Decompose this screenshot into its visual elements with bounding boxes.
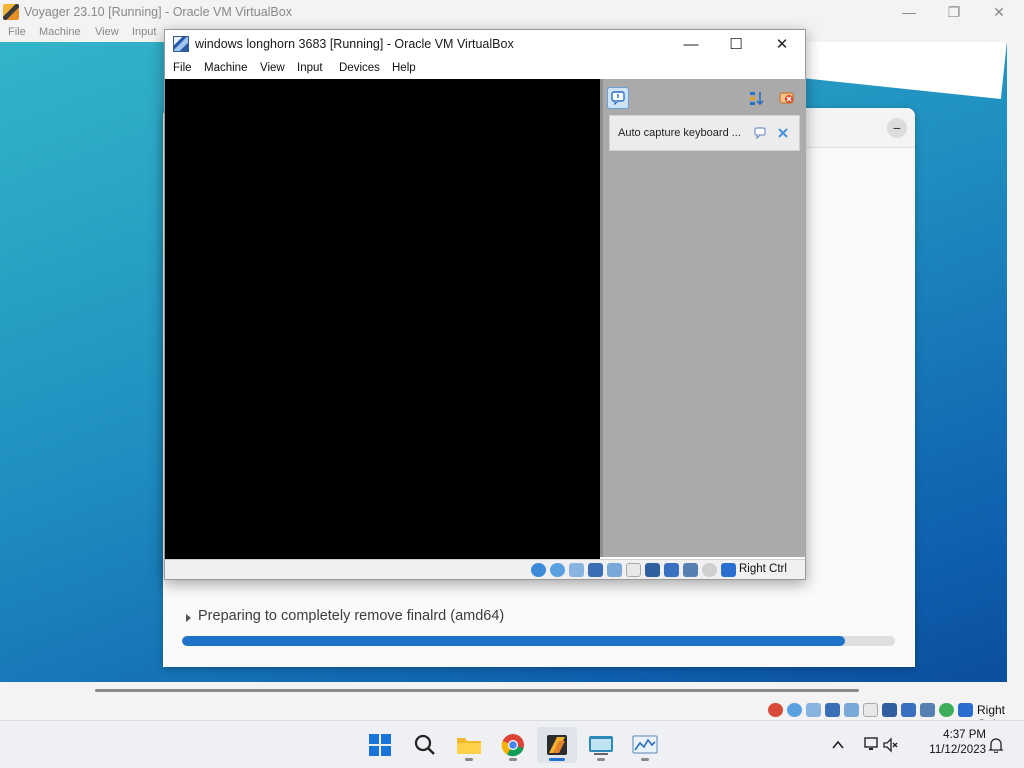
outer-display-icon[interactable] [882, 703, 897, 717]
start-icon [369, 734, 391, 756]
app-running-indicator [597, 758, 605, 761]
bell-icon [988, 738, 1004, 753]
inner-vm-window: windows longhorn 3683 [Running] - Oracle… [164, 29, 806, 580]
volume-muted-icon [883, 737, 898, 753]
installer-status-text: Preparing to completely remove finalrd (… [198, 608, 505, 624]
system-clock[interactable]: 4:37 PM 11/12/2023 [912, 728, 986, 758]
inner-menu-view[interactable]: View [260, 62, 285, 74]
mouse-integration-icon[interactable] [702, 563, 717, 577]
shared-folders-icon[interactable] [626, 563, 641, 577]
expand-caret-icon[interactable] [186, 613, 191, 622]
optical-drive-icon[interactable] [550, 563, 565, 577]
outer-optical-drive-icon[interactable] [787, 703, 802, 717]
notification-close-icon[interactable] [776, 126, 790, 140]
audio-icon[interactable] [569, 563, 584, 577]
inner-menu-file[interactable]: File [173, 62, 192, 74]
notification-item[interactable]: Auto capture keyboard ... [609, 115, 800, 151]
outer-usb-icon[interactable] [844, 703, 859, 717]
clock-time: 4:37 PM [943, 729, 986, 741]
notification-center: Auto capture keyboard ... [600, 79, 806, 557]
app-running-indicator [509, 758, 517, 761]
inner-menu-bar: File Machine View Input Devices Help [165, 58, 805, 79]
vm-window-icon [173, 36, 189, 52]
outer-menu-machine[interactable]: Machine [39, 26, 81, 38]
inner-menu-machine[interactable]: Machine [204, 62, 247, 74]
outer-window-margin [1007, 42, 1024, 682]
host-key-arrow-icon[interactable] [721, 563, 736, 577]
app-running-indicator [641, 758, 649, 761]
show-hidden-icons-button[interactable] [818, 727, 858, 763]
chevron-up-icon [832, 740, 844, 749]
outer-window-title: Voyager 23.10 [Running] - Oracle VM Virt… [24, 5, 292, 19]
terminal-icon [589, 736, 613, 755]
outer-menu-view[interactable]: View [95, 26, 119, 38]
virtualization-icon[interactable] [683, 563, 698, 577]
usb-icon[interactable] [607, 563, 622, 577]
clock-date: 11/12/2023 [929, 744, 986, 756]
performance-monitor-button[interactable] [625, 727, 665, 763]
clear-all-notifications-icon[interactable] [776, 87, 798, 109]
installer-minimize-button[interactable]: − [887, 118, 907, 138]
inner-close-button[interactable]: ✕ [759, 30, 805, 58]
outer-hard-disk-icon[interactable] [768, 703, 783, 717]
outer-mouse-integration-icon[interactable] [939, 703, 954, 717]
network-icon[interactable] [588, 563, 603, 577]
notification-toggle-icon[interactable] [607, 87, 629, 109]
inner-maximize-button[interactable]: ☐ [713, 30, 759, 58]
virtualbox-icon [547, 735, 567, 755]
outer-minimize-button[interactable]: — [886, 0, 932, 24]
outer-host-key-arrow-icon[interactable] [958, 703, 973, 717]
network-monitor-icon [864, 737, 878, 750]
installer-status[interactable]: Preparing to completely remove finalrd (… [186, 608, 504, 624]
inner-menu-help[interactable]: Help [392, 62, 416, 74]
chrome-icon [501, 734, 524, 757]
outer-recording-icon[interactable] [901, 703, 916, 717]
horizontal-scrollbar[interactable] [95, 689, 859, 692]
sort-notifications-icon[interactable] [746, 87, 768, 109]
display-icon[interactable] [645, 563, 660, 577]
vm-display[interactable] [165, 79, 600, 559]
hard-disk-icon[interactable] [531, 563, 546, 577]
outer-menu-file[interactable]: File [8, 26, 26, 38]
installer-progress-bar [182, 636, 895, 646]
inner-menu-input[interactable]: Input [297, 62, 323, 74]
inner-title-bar: windows longhorn 3683 [Running] - Oracle… [165, 30, 805, 58]
inner-minimize-button[interactable]: — [668, 30, 714, 58]
start-button[interactable] [360, 727, 400, 763]
notification-help-icon[interactable] [753, 126, 767, 140]
inner-host-key-label: Right Ctrl [739, 563, 787, 575]
search-button[interactable] [405, 727, 445, 763]
taskbar [0, 720, 1024, 768]
virtualbox-button[interactable] [537, 727, 577, 763]
outer-close-button[interactable]: ✕ [976, 0, 1022, 24]
chrome-button[interactable] [493, 727, 533, 763]
outer-audio-icon[interactable] [806, 703, 821, 717]
outer-title-bar: Voyager 23.10 [Running] - Oracle VM Virt… [0, 0, 1024, 24]
outer-shared-folders-icon[interactable] [863, 703, 878, 717]
recording-icon[interactable] [664, 563, 679, 577]
notification-text: Auto capture keyboard ... [618, 127, 741, 139]
virtualbox-app-icon [3, 4, 19, 20]
search-icon [414, 734, 435, 755]
outer-virtualization-icon[interactable] [920, 703, 935, 717]
terminal-button[interactable] [581, 727, 621, 763]
file-explorer-button[interactable] [449, 727, 489, 763]
app-running-indicator [465, 758, 473, 761]
inner-window-title: windows longhorn 3683 [Running] - Oracle… [195, 37, 514, 51]
network-status-button[interactable] [856, 727, 906, 763]
inner-menu-devices[interactable]: Devices [339, 62, 380, 74]
file-explorer-icon [457, 738, 481, 754]
outer-network-icon[interactable] [825, 703, 840, 717]
performance-monitor-icon [632, 735, 658, 754]
outer-maximize-button[interactable]: ❐ [931, 0, 977, 24]
app-active-indicator [549, 758, 565, 761]
inner-status-bar: Right Ctrl [165, 559, 805, 579]
installer-progress-fill [182, 636, 846, 646]
outer-menu-input[interactable]: Input [132, 26, 156, 38]
